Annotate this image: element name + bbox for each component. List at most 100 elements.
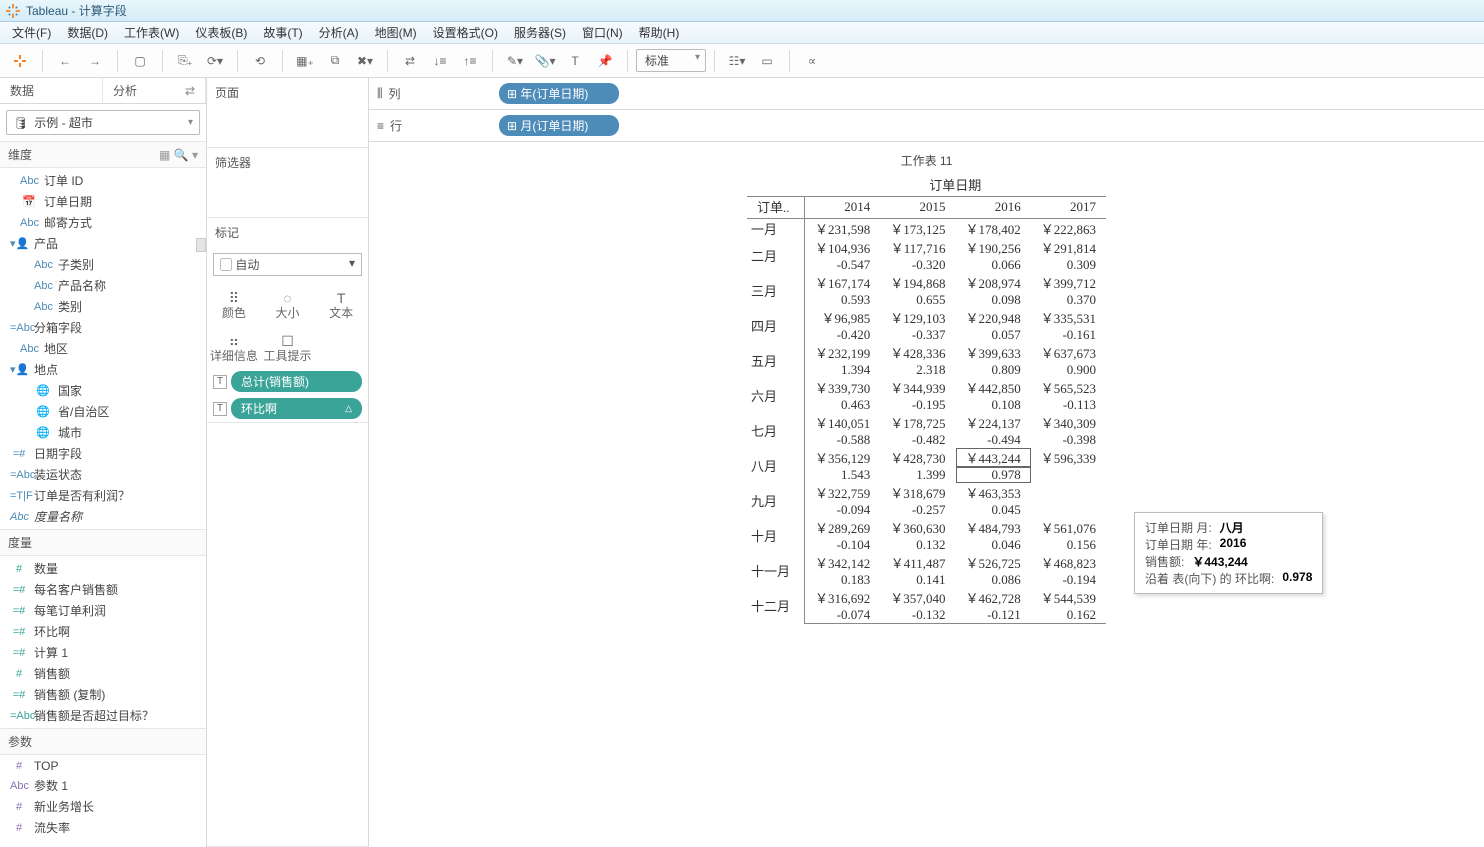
field-item[interactable]: 🌐城市 — [0, 422, 206, 443]
field-item[interactable]: Abc类别 — [0, 296, 206, 317]
dimensions-list: Abc订单 ID📅订单日期Abc邮寄方式▾👤产品Abc子类别Abc产品名称Abc… — [0, 168, 206, 529]
menu-item[interactable]: 设置格式(O) — [425, 24, 506, 41]
marks-detail[interactable]: ⠶详细信息 — [207, 325, 261, 368]
mark-pill-sum-sales[interactable]: 总计(销售额) — [231, 371, 362, 392]
field-item[interactable]: =#环比啊 — [0, 621, 206, 642]
pages-shelf[interactable]: 页面 — [207, 78, 368, 148]
menu-item[interactable]: 数据(D) — [59, 24, 116, 41]
field-item[interactable]: =T|F订单是否有利润？ — [0, 485, 206, 506]
field-item[interactable]: #新业务增长 — [0, 796, 206, 817]
field-item[interactable]: 🌐国家 — [0, 380, 206, 401]
data-pane: 数据 分析⇄ 🛢 示例 - 超市 ▾ 维度▦ 🔍 ▾ Abc订单 ID📅订单日期… — [0, 78, 207, 847]
field-item[interactable]: 📅订单日期 — [0, 191, 206, 212]
field-item[interactable]: =#每笔订单利润 — [0, 600, 206, 621]
menu-bar: 文件(F)数据(D)工作表(W)仪表板(B)故事(T)分析(A)地图(M)设置格… — [0, 22, 1484, 44]
datasource-select[interactable]: 🛢 示例 - 超市 ▾ — [6, 110, 200, 135]
marks-size[interactable]: ◌大小 — [261, 282, 315, 325]
new-worksheet-button[interactable]: ▦₊ — [291, 48, 319, 74]
presentation-button[interactable]: ▭ — [753, 48, 781, 74]
marks-text[interactable]: T文本 — [314, 282, 368, 325]
sort-desc-button[interactable]: ↑≡ — [456, 48, 484, 74]
mark-type-dropdown[interactable]: ▢ 自动▾ — [213, 253, 362, 276]
field-item[interactable]: =#计算 1 — [0, 642, 206, 663]
field-item[interactable]: =#每名客户销售额 — [0, 579, 206, 600]
group-button[interactable]: 📎▾ — [531, 48, 559, 74]
field-item[interactable]: Abc参数 1 — [0, 775, 206, 796]
clear-button[interactable]: ✖▾ — [351, 48, 379, 74]
window-title-bar: Tableau - 计算字段 — [0, 0, 1484, 22]
sheet-title[interactable]: 工作表 11 — [379, 152, 1474, 169]
swap-button[interactable]: ⇄ — [396, 48, 424, 74]
field-item[interactable]: #流失率 — [0, 817, 206, 838]
field-item[interactable]: Abc邮寄方式 — [0, 212, 206, 233]
menu-item[interactable]: 帮助(H) — [631, 24, 688, 41]
columns-icon: ⫼ — [377, 86, 383, 101]
marks-tooltip[interactable]: ☐工具提示 — [261, 325, 315, 368]
menu-item[interactable]: 地图(M) — [367, 24, 425, 41]
crosstab[interactable]: 订单日期订单..2014201520162017一月￥231,598￥173,1… — [747, 175, 1106, 624]
redo-button[interactable]: → — [81, 48, 109, 74]
params-header: 参数 — [0, 728, 206, 755]
sort-asc-button[interactable]: ↓≡ — [426, 48, 454, 74]
toolbar: ← → ▢ ⎘₊ ⟳▾ ⟲ ▦₊ ⧉ ✖▾ ⇄ ↓≡ ↑≡ ✎▾ 📎▾ T 📌 … — [0, 44, 1484, 78]
field-item[interactable]: Abc产品名称 — [0, 275, 206, 296]
cards-pane: 页面 筛选器 标记 ▢ 自动▾ ⠿颜色 ◌大小 T文本 ⠶详细信息 ☐工具提示 … — [207, 78, 369, 847]
show-cards-button[interactable]: ☷▾ — [723, 48, 751, 74]
main-area: 数据 分析⇄ 🛢 示例 - 超市 ▾ 维度▦ 🔍 ▾ Abc订单 ID📅订单日期… — [0, 78, 1484, 847]
worksheet-view: 工作表 11 订单日期订单..2014201520162017一月￥231,59… — [369, 142, 1484, 847]
field-item[interactable]: =Abc装运状态 — [0, 464, 206, 485]
field-item[interactable]: #销售额 — [0, 663, 206, 684]
field-item[interactable]: #TOP — [0, 757, 206, 775]
menu-item[interactable]: 工作表(W) — [116, 24, 187, 41]
save-button[interactable]: ▢ — [126, 48, 154, 74]
field-item[interactable]: 🌐省/自治区 — [0, 401, 206, 422]
menu-item[interactable]: 文件(F) — [4, 24, 59, 41]
rows-shelf[interactable]: ≡行 ⊞ 月(订单日期) — [369, 110, 1484, 142]
field-item[interactable]: ▾👤地点 — [0, 359, 206, 380]
field-item[interactable]: =Abc分箱字段 — [0, 317, 206, 338]
tab-data[interactable]: 数据 — [0, 78, 103, 103]
measures-header: 度量 — [0, 529, 206, 556]
label-button[interactable]: T — [561, 48, 589, 74]
tooltip: 订单日期 月:八月 订单日期 年:2016 销售额:￥443,244 沿着 表(… — [1134, 512, 1323, 594]
menu-item[interactable]: 窗口(N) — [574, 24, 631, 41]
undo-button[interactable]: ← — [51, 48, 79, 74]
tab-analysis[interactable]: 分析⇄ — [103, 78, 206, 103]
data-analysis-tabs: 数据 分析⇄ — [0, 78, 206, 104]
duplicate-button[interactable]: ⧉ — [321, 48, 349, 74]
field-item[interactable]: Abc子类别 — [0, 254, 206, 275]
menu-item[interactable]: 分析(A) — [311, 24, 367, 41]
rows-icon: ≡ — [377, 119, 384, 133]
columns-pill[interactable]: ⊞ 年(订单日期) — [499, 83, 619, 104]
field-item[interactable]: Abc度量名称 — [0, 506, 206, 527]
rows-pill[interactable]: ⊞ 月(订单日期) — [499, 115, 619, 136]
columns-shelf[interactable]: ⫼列 ⊞ 年(订单日期) — [369, 78, 1484, 110]
menu-item[interactable]: 服务器(S) — [506, 24, 574, 41]
fit-dropdown[interactable]: 标准 — [636, 49, 706, 72]
new-sheet-button[interactable]: ⟲ — [246, 48, 274, 74]
mark-pill-ratio[interactable]: 环比啊△ — [231, 398, 362, 419]
dimensions-header: 维度▦ 🔍 ▾ — [0, 141, 206, 168]
share-button[interactable]: ∝ — [798, 48, 826, 74]
pin-button[interactable]: 📌 — [591, 48, 619, 74]
field-item[interactable]: ▾👤产品 — [0, 233, 206, 254]
field-item[interactable]: Abc地区 — [0, 338, 206, 359]
tableau-button[interactable] — [6, 48, 34, 74]
field-item[interactable]: =#销售额 (复制) — [0, 684, 206, 705]
field-item[interactable]: Abc订单 ID — [0, 170, 206, 191]
viz-pane: ⫼列 ⊞ 年(订单日期) ≡行 ⊞ 月(订单日期) 工作表 11 订单日期订单.… — [369, 78, 1484, 847]
marks-card: 标记 ▢ 自动▾ ⠿颜色 ◌大小 T文本 ⠶详细信息 ☐工具提示 T总计(销售额… — [207, 218, 368, 423]
filters-shelf[interactable]: 筛选器 — [207, 148, 368, 218]
refresh-button[interactable]: ⟳▾ — [201, 48, 229, 74]
field-item[interactable]: =#日期字段 — [0, 443, 206, 464]
field-item[interactable]: =Abc销售额是否超过目标？ — [0, 705, 206, 726]
resize-handle[interactable] — [196, 238, 206, 252]
menu-item[interactable]: 故事(T) — [255, 24, 310, 41]
highlight-button[interactable]: ✎▾ — [501, 48, 529, 74]
tableau-logo-icon — [6, 4, 20, 18]
field-item[interactable]: #数量 — [0, 558, 206, 579]
marks-color[interactable]: ⠿颜色 — [207, 282, 261, 325]
window-title: Tableau - 计算字段 — [26, 2, 127, 19]
menu-item[interactable]: 仪表板(B) — [187, 24, 255, 41]
new-datasource-button[interactable]: ⎘₊ — [171, 48, 199, 74]
